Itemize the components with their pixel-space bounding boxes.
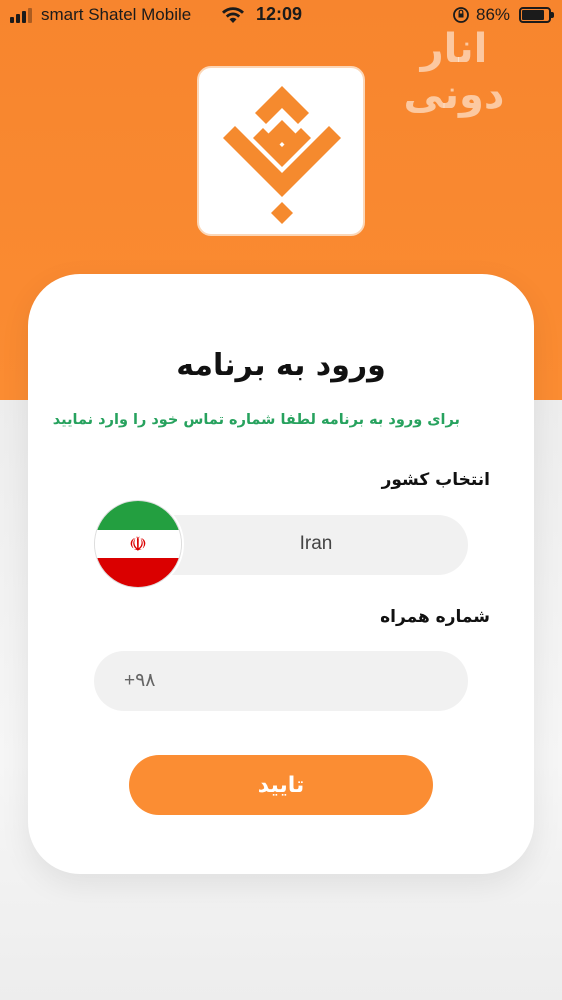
battery-percent: 86%: [476, 5, 511, 24]
watermark-logo: انار دونی: [403, 26, 505, 118]
signal-bars-icon: [10, 7, 32, 23]
phone-input[interactable]: [124, 665, 444, 697]
clock: 12:09: [256, 4, 303, 24]
iran-flag-icon[interactable]: ☫: [94, 500, 182, 588]
instruction-text: برای ورود به برنامه لطفا شماره تماس خود …: [52, 412, 460, 428]
battery-icon: [519, 7, 554, 23]
login-card: ورود به برنامه برای ورود به برنامه لطفا …: [28, 274, 534, 874]
page-title: ورود به برنامه: [176, 348, 386, 383]
country-label: انتخاب کشور: [381, 470, 490, 490]
phone-label: شماره همراه: [380, 607, 490, 627]
phone-field: [94, 651, 468, 711]
app-logo: [197, 66, 365, 236]
submit-button[interactable]: تایید: [129, 755, 433, 815]
wifi-icon: [221, 6, 245, 29]
app-logo-icon: [223, 86, 341, 224]
carrier-name: smart Shatel Mobile: [41, 5, 192, 24]
